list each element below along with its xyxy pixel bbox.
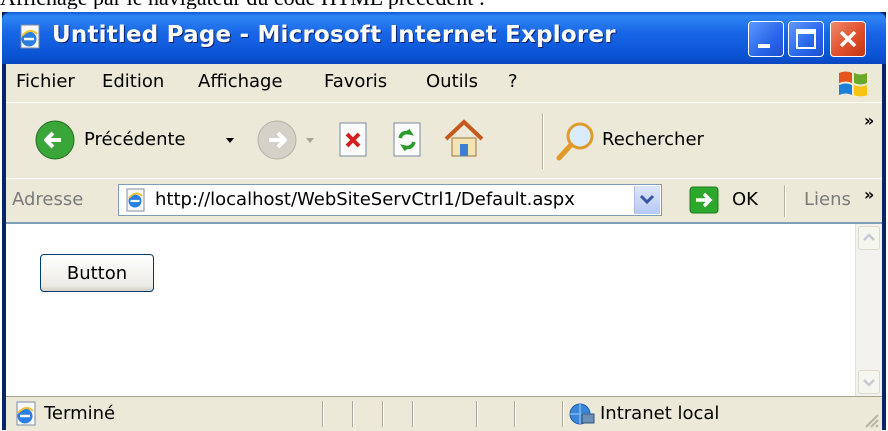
forward-arrow-icon	[257, 120, 297, 160]
menu-help[interactable]: ?	[508, 71, 518, 92]
ie-page-icon	[16, 23, 44, 55]
address-bar: Adresse http://localhost/WebSiteServCtrl…	[6, 178, 882, 223]
windows-logo-icon	[836, 67, 870, 103]
search-label: Rechercher	[602, 129, 704, 150]
address-label: Adresse	[12, 189, 84, 210]
page-content: Button	[6, 222, 882, 398]
maximize-icon	[796, 29, 816, 49]
page-button[interactable]: Button	[40, 254, 154, 292]
security-zone-label: Intranet local	[600, 403, 720, 424]
status-divider	[412, 401, 414, 427]
status-divider	[382, 401, 384, 427]
stop-button[interactable]	[336, 121, 372, 159]
links-label[interactable]: Liens	[804, 189, 851, 210]
menu-outils[interactable]: Outils	[426, 71, 478, 92]
minimize-icon	[758, 44, 770, 48]
minimize-button[interactable]	[748, 21, 784, 57]
intranet-zone-icon	[569, 403, 595, 425]
status-bar: Terminé Intranet local	[6, 396, 882, 431]
toolbar-overflow-chevron[interactable]: »	[864, 111, 874, 130]
close-button[interactable]	[830, 21, 866, 57]
home-icon	[444, 119, 484, 157]
menu-affichage[interactable]: Affichage	[198, 71, 283, 92]
go-arrow-icon	[689, 186, 719, 214]
chevron-down-icon	[639, 194, 655, 205]
standard-toolbar: Précédente Rechercher »	[6, 102, 882, 180]
address-input[interactable]: http://localhost/WebSiteServCtrl1/Defaul…	[118, 184, 662, 216]
close-icon	[839, 30, 857, 48]
back-label: Précédente	[84, 129, 186, 150]
address-dropdown-button[interactable]	[634, 186, 660, 214]
status-divider	[476, 401, 478, 427]
ie-page-icon	[126, 188, 145, 212]
title-bar[interactable]: Untitled Page - Microsoft Internet Explo…	[2, 12, 886, 64]
status-divider	[352, 401, 354, 427]
back-button[interactable]: Précédente	[34, 119, 244, 163]
menu-bar: Fichier Edition Affichage Favoris Outils…	[6, 64, 882, 103]
chevron-down-icon	[863, 379, 875, 387]
toolbar-separator	[542, 113, 544, 169]
address-url: http://localhost/WebSiteServCtrl1/Defaul…	[155, 189, 575, 210]
menu-edition[interactable]: Edition	[102, 71, 164, 92]
menu-fichier[interactable]: Fichier	[16, 71, 75, 92]
ie-page-icon	[16, 401, 36, 426]
caption-text: Affichage par le navigateur du code HTML…	[0, 0, 888, 9]
go-label: OK	[732, 189, 758, 210]
vertical-scrollbar[interactable]	[855, 224, 882, 396]
scroll-down-button[interactable]	[858, 370, 880, 394]
window-title: Untitled Page - Microsoft Internet Explo…	[52, 22, 616, 48]
status-text: Terminé	[44, 403, 116, 424]
refresh-icon	[393, 122, 421, 157]
links-overflow-chevron[interactable]: »	[864, 185, 874, 204]
forward-button[interactable]	[256, 119, 316, 163]
home-button[interactable]	[442, 117, 486, 161]
chevron-down-icon	[306, 138, 314, 143]
stop-icon	[339, 122, 367, 157]
menu-favoris[interactable]: Favoris	[324, 71, 387, 92]
chevron-up-icon	[863, 233, 875, 241]
address-separator	[784, 185, 786, 217]
search-button[interactable]: Rechercher	[554, 119, 734, 163]
resize-grip-icon[interactable]	[862, 411, 880, 429]
browser-window: Untitled Page - Microsoft Internet Explo…	[2, 12, 886, 431]
refresh-button[interactable]	[390, 121, 426, 159]
scroll-up-button[interactable]	[858, 226, 880, 250]
back-arrow-icon	[35, 120, 75, 160]
chevron-down-icon	[226, 138, 234, 143]
search-icon	[556, 122, 594, 161]
go-button[interactable]: OK	[688, 185, 768, 217]
status-divider	[514, 401, 516, 427]
maximize-button[interactable]	[788, 21, 824, 57]
status-divider	[562, 401, 564, 427]
status-divider	[322, 401, 324, 427]
